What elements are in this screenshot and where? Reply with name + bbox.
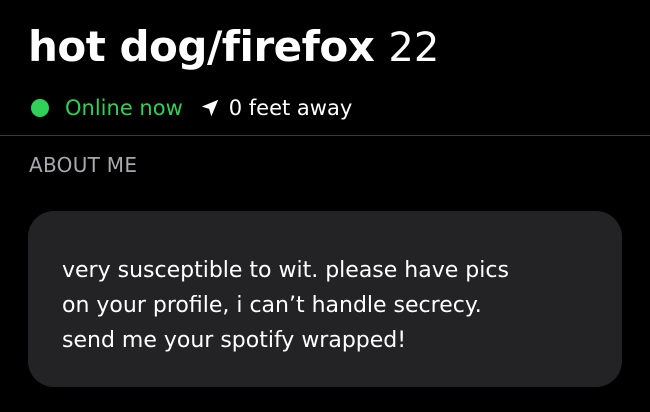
age: 22 bbox=[388, 25, 440, 71]
location-arrow-icon bbox=[199, 97, 221, 119]
profile-header: hot dog/firefox 22 bbox=[28, 22, 630, 71]
about-me-heading: ABOUT ME bbox=[29, 153, 138, 177]
status-line: Online now 0 feet away bbox=[31, 96, 352, 120]
bio-text: very susceptible to wit. please have pic… bbox=[62, 258, 509, 353]
name-line: hot dog/firefox 22 bbox=[28, 22, 630, 71]
divider bbox=[0, 135, 650, 136]
bio-card: very susceptible to wit. please have pic… bbox=[28, 211, 622, 387]
display-name: hot dog/firefox bbox=[28, 22, 375, 71]
distance: 0 feet away bbox=[228, 96, 353, 120]
online-indicator-icon bbox=[31, 99, 49, 117]
online-status: Online now bbox=[65, 96, 183, 120]
